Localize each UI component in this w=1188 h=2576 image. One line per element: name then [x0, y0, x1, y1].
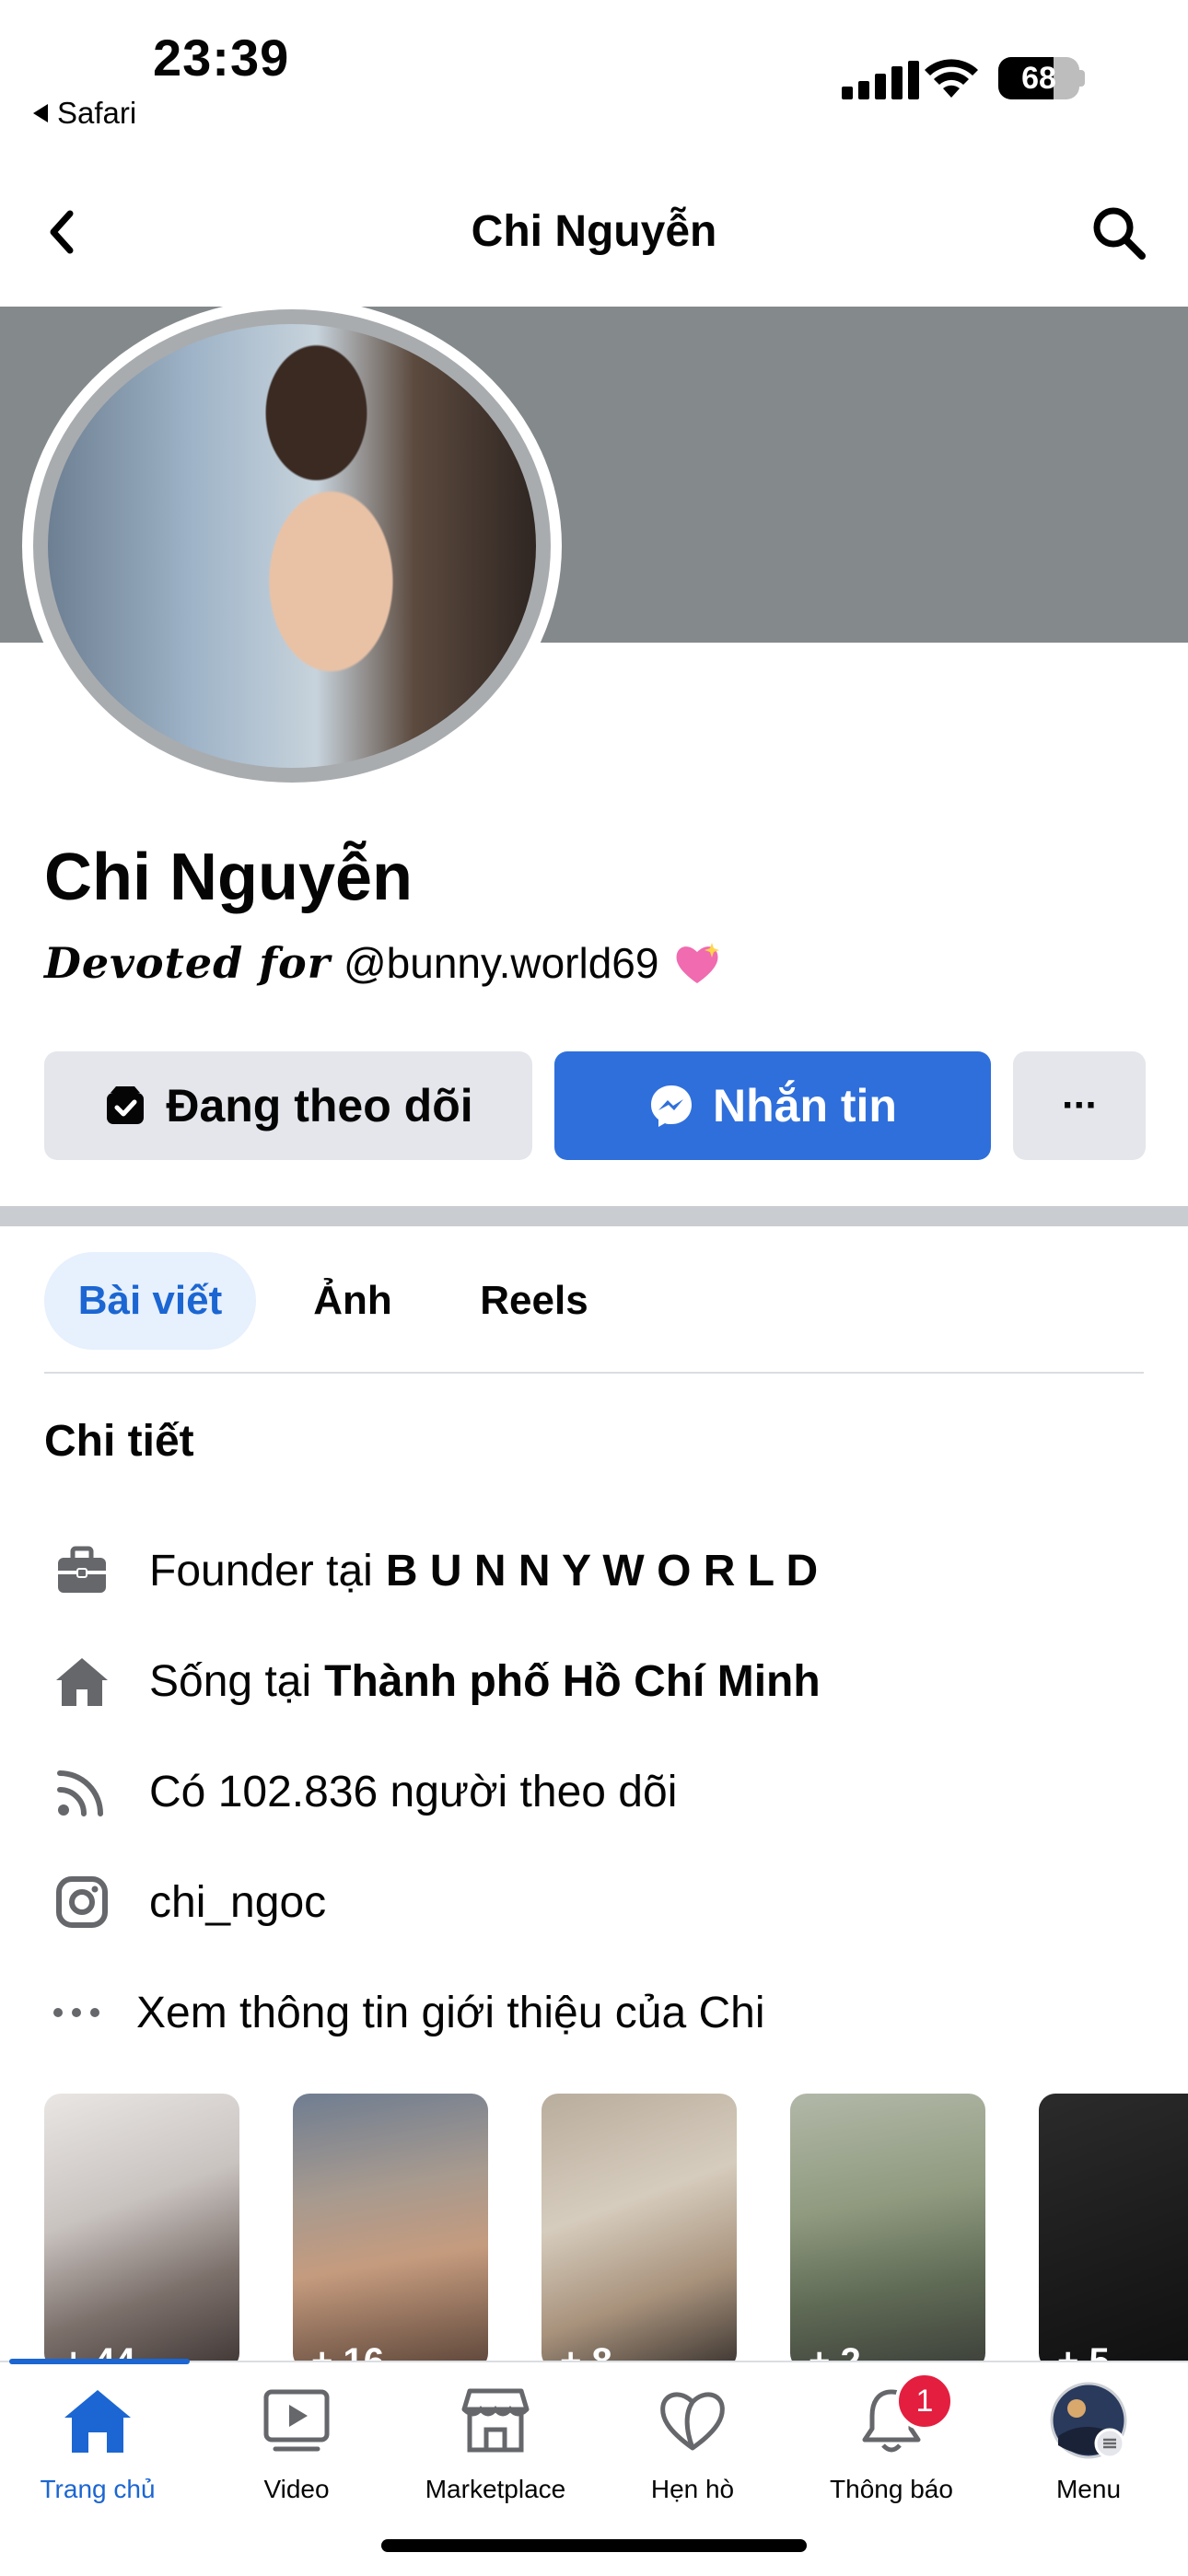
reel-thumbnail[interactable]: + 8 [542, 2094, 737, 2370]
reel-thumbnail[interactable]: + 2 [790, 2094, 985, 2370]
detail-home: Sống tại Thành phố Hồ Chí Minh [50, 1644, 821, 1718]
tab-photos[interactable]: Ảnh [276, 1252, 429, 1350]
nav-menu-label: Menu [1055, 2475, 1122, 2503]
page-title: Chi Nguyễn [471, 207, 717, 256]
marketplace-icon [454, 2379, 537, 2462]
home-icon [56, 2379, 139, 2462]
briefcase-icon [50, 1538, 114, 1603]
nav-menu[interactable]: Menu [996, 2379, 1181, 2504]
messenger-icon [651, 1085, 692, 1127]
nav-video-label: Video [263, 2475, 330, 2503]
see-about-info[interactable]: Xem thông tin giới thiệu của Chi [50, 1976, 765, 2049]
profile-name: Chi Nguyễn [44, 841, 413, 914]
nav-dating[interactable]: Hẹn hò [600, 2379, 785, 2504]
details-title: Chi tiết [44, 1417, 194, 1466]
message-button[interactable]: Nhắn tin [554, 1051, 991, 1160]
nav-notifications-label: Thông báo [830, 2475, 953, 2503]
reel-thumbnail[interactable]: + 5 [1039, 2094, 1188, 2370]
battery-nub [1079, 70, 1085, 87]
profile-bio: 𝑫𝒆𝒗𝒐𝒕𝒆𝒅 𝒇𝒐𝒓 @bunny.world69 💖 [44, 937, 723, 989]
sparkling-heart-icon [676, 943, 720, 983]
message-label: Nhắn tin [713, 1080, 897, 1131]
more-dots-icon [50, 1980, 103, 2045]
home-detail-icon [50, 1649, 114, 1713]
search-icon[interactable] [1089, 203, 1147, 261]
more-options-button[interactable]: ··· [1013, 1051, 1146, 1160]
bio-script-text: 𝑫𝒆𝒗𝒐𝒕𝒆𝒅 𝒇𝒐𝒓 [44, 938, 331, 988]
nav-marketplace-label: Marketplace [425, 2475, 566, 2503]
bio-handle[interactable]: @bunny.world69 [344, 938, 658, 988]
notification-badge: 1 [895, 2372, 954, 2431]
detail-followers: Có 102.836 người theo dõi [50, 1755, 677, 1828]
rss-followers-icon [50, 1759, 114, 1824]
home-place[interactable]: Thành phố Hồ Chí Minh [324, 1656, 821, 1707]
back-app-label: Safari [57, 96, 137, 130]
dating-heart-icon [651, 2379, 734, 2462]
back-triangle-icon [33, 104, 48, 122]
active-tab-indicator [9, 2359, 190, 2364]
home-indicator [381, 2539, 807, 2552]
tabs-divider [44, 1372, 1144, 1374]
following-button[interactable]: Đang theo dõi [44, 1051, 532, 1160]
detail-instagram[interactable]: chi_ngoc [50, 1865, 326, 1939]
work-prefix: Founder tại [149, 1546, 373, 1595]
work-place[interactable]: B U N N Y W O R L D [386, 1546, 818, 1596]
home-prefix: Sống tại [149, 1656, 312, 1706]
nav-video[interactable]: Video [204, 2379, 389, 2504]
nav-notifications[interactable]: Thông báo [799, 2379, 984, 2504]
battery-icon: 68 [998, 57, 1079, 99]
cellular-signal-icon [842, 61, 919, 99]
nav-dating-label: Hẹn hò [650, 2475, 735, 2503]
profile-avatar[interactable] [48, 324, 536, 768]
tab-posts[interactable]: Bài viết [44, 1252, 256, 1350]
followers-text: Có 102.836 người theo dõi [149, 1767, 678, 1816]
nav-marketplace[interactable]: Marketplace [403, 2379, 588, 2504]
battery-percent: 68 [1021, 60, 1056, 96]
instagram-handle: chi_ngoc [149, 1877, 327, 1927]
see-about-label: Xem thông tin giới thiệu của Chi [136, 1988, 765, 2037]
nav-home-label: Trang chủ [40, 2475, 156, 2503]
tab-reels[interactable]: Reels [451, 1252, 617, 1350]
nav-home[interactable]: Trang chủ [6, 2379, 190, 2504]
status-time: 23:39 [153, 29, 290, 87]
menu-avatar-icon [1047, 2379, 1130, 2462]
wifi-icon [925, 59, 978, 98]
section-divider [0, 1206, 1188, 1226]
following-check-icon [107, 1086, 145, 1124]
reel-thumbnail[interactable]: + 16 [293, 2094, 488, 2370]
instagram-icon [50, 1870, 114, 1934]
more-dots-icon: ··· [1062, 1083, 1099, 1128]
detail-work: Founder tại B U N N Y W O R L D [50, 1534, 818, 1607]
back-to-safari[interactable]: Safari [33, 96, 136, 131]
reel-thumbnail[interactable]: + 44 [44, 2094, 239, 2370]
video-icon [255, 2379, 338, 2462]
following-label: Đang theo dõi [166, 1080, 473, 1131]
